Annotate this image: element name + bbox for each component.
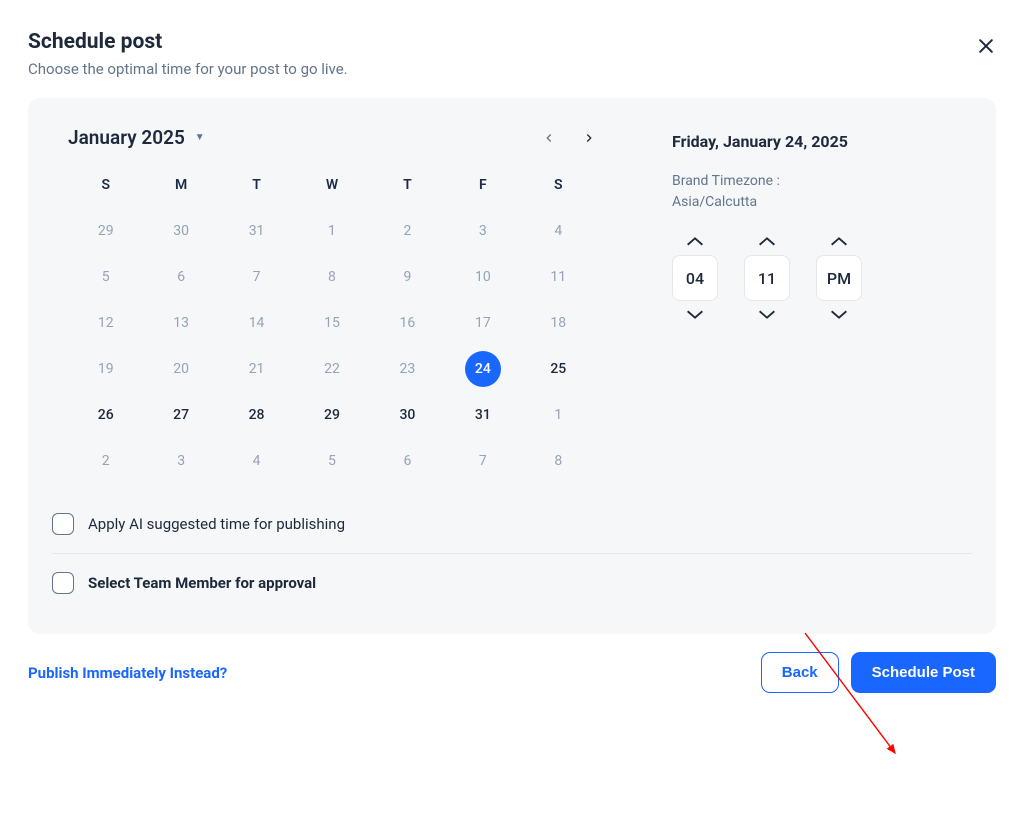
calendar-day[interactable]: 30 [389,397,425,433]
calendar-day: 8 [540,443,576,479]
calendar-day[interactable]: 28 [239,397,275,433]
meridiem-up[interactable] [828,235,850,249]
schedule-post-modal: Schedule post Choose the optimal time fo… [0,0,1024,713]
calendar-day: 30 [163,213,199,249]
calendar-day: 1 [314,213,350,249]
close-button[interactable] [976,36,996,60]
calendar-day: 2 [389,213,425,249]
modal-subtitle: Choose the optimal time for your post to… [28,60,996,78]
minute-value[interactable]: 11 [744,255,790,301]
calendar-day: 3 [163,443,199,479]
calendar-day: 15 [314,305,350,341]
calendar-day: 8 [314,259,350,295]
calendar-day: 22 [314,351,350,387]
back-button[interactable]: Back [761,652,839,693]
day-of-week: S [68,167,143,203]
calendar-day: 19 [88,351,124,387]
next-month-button[interactable] [582,131,596,145]
day-of-week: T [219,167,294,203]
timezone: Brand Timezone : Asia/Calcutta [672,171,972,213]
hour-value[interactable]: 04 [672,255,718,301]
team-approval-label: Select Team Member for approval [88,574,316,592]
ai-time-label: Apply AI suggested time for publishing [88,515,345,533]
calendar-day: 10 [465,259,501,295]
calendar-day: 23 [389,351,425,387]
calendar-day[interactable]: 25 [540,351,576,387]
time-picker: 04 11 PM [672,235,972,321]
calendar-day: 16 [389,305,425,341]
calendar-day: 6 [389,443,425,479]
calendar-day: 4 [239,443,275,479]
day-of-week: M [143,167,218,203]
month-label: January 2025 [68,126,185,149]
calendar-day: 5 [314,443,350,479]
arrow-annotation [800,628,910,768]
day-of-week: T [370,167,445,203]
calendar-day[interactable]: 27 [163,397,199,433]
calendar-day[interactable]: 24 [465,351,501,387]
month-selector[interactable]: January 2025 ▼ [68,126,205,149]
calendar-day: 7 [465,443,501,479]
divider [52,553,972,554]
calendar-day: 17 [465,305,501,341]
hour-down[interactable] [684,307,706,321]
meridiem-value[interactable]: PM [816,255,862,301]
calendar-day: 20 [163,351,199,387]
calendar-day: 9 [389,259,425,295]
calendar-day[interactable]: 29 [314,397,350,433]
calendar-day: 18 [540,305,576,341]
day-of-week: F [445,167,520,203]
minute-down[interactable] [756,307,778,321]
publish-immediately-link[interactable]: Publish Immediately Instead? [28,664,227,682]
day-of-week: S [521,167,596,203]
calendar-day: 13 [163,305,199,341]
calendar-day: 14 [239,305,275,341]
calendar: January 2025 ▼ SMTWTFS293031123456789101… [52,126,612,479]
calendar-day: 4 [540,213,576,249]
calendar-day: 7 [239,259,275,295]
hour-up[interactable] [684,235,706,249]
calendar-day[interactable]: 31 [465,397,501,433]
calendar-day: 3 [465,213,501,249]
calendar-day: 11 [540,259,576,295]
timezone-value: Asia/Calcutta [672,194,757,210]
calendar-day: 29 [88,213,124,249]
calendar-day[interactable]: 26 [88,397,124,433]
modal-title: Schedule post [28,30,996,54]
calendar-day: 31 [239,213,275,249]
chevron-down-icon: ▼ [195,132,205,143]
meridiem-down[interactable] [828,307,850,321]
schedule-card: January 2025 ▼ SMTWTFS293031123456789101… [28,98,996,634]
prev-month-button[interactable] [542,131,556,145]
schedule-post-button[interactable]: Schedule Post [851,652,996,693]
team-approval-checkbox[interactable] [52,572,74,594]
day-of-week: W [294,167,369,203]
time-panel: Friday, January 24, 2025 Brand Timezone … [672,126,972,479]
calendar-day: 12 [88,305,124,341]
calendar-day: 2 [88,443,124,479]
calendar-day: 6 [163,259,199,295]
calendar-grid: SMTWTFS293031123456789101112131415161718… [68,167,596,479]
calendar-day: 1 [540,397,576,433]
ai-time-checkbox[interactable] [52,513,74,535]
timezone-label: Brand Timezone : [672,173,780,189]
calendar-day: 5 [88,259,124,295]
minute-up[interactable] [756,235,778,249]
selected-date: Friday, January 24, 2025 [672,132,972,151]
calendar-day: 21 [239,351,275,387]
